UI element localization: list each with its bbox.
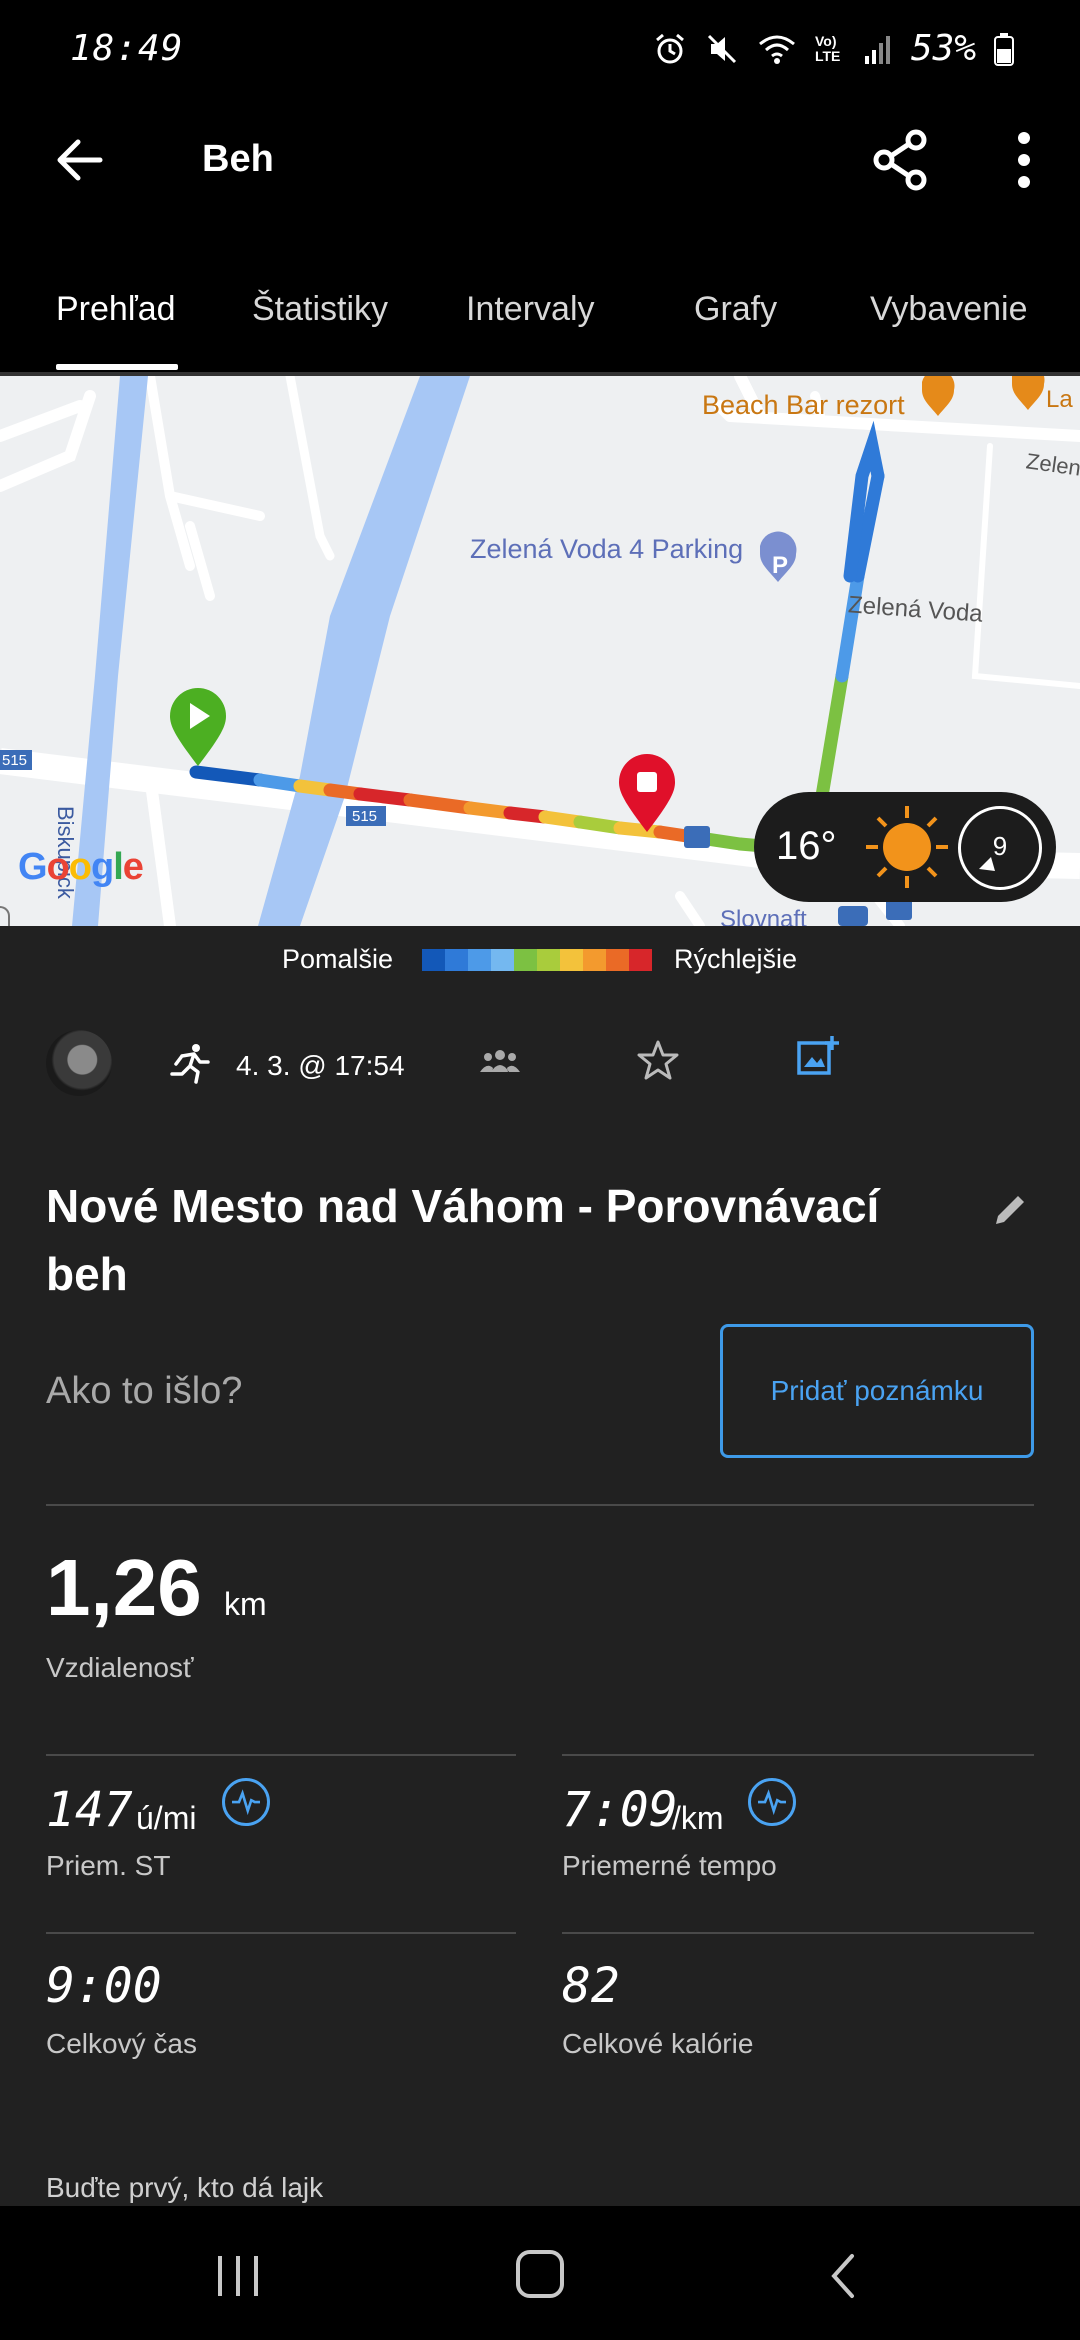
map-label-la: La <box>1046 386 1073 413</box>
total-time-label: Celkový čas <box>46 2028 197 2059</box>
tab-intervals[interactable]: Intervaly <box>466 290 595 329</box>
sun-icon <box>866 806 948 888</box>
network-label: Vo) LTE <box>814 32 841 64</box>
legend-slow-label: Pomalšie <box>282 944 394 974</box>
tab-bar: Prehľad Štatistiky Intervaly Grafy Vybav… <box>0 260 1080 375</box>
finish-marker <box>619 754 675 832</box>
legend-color-swatch <box>583 949 606 971</box>
stat-divider <box>46 1932 516 1934</box>
battery-icon <box>994 32 1014 66</box>
start-marker <box>170 688 226 766</box>
stat-divider <box>562 1932 1034 1934</box>
heart-rate-unit: ú/mi <box>136 1800 197 1836</box>
pace-info-icon[interactable] <box>748 1778 796 1826</box>
legend-color-swatch <box>606 949 629 971</box>
map-label-slovnaft: Slovnaft <box>720 906 807 926</box>
legend-color-swatch <box>445 949 468 971</box>
like-prompt[interactable]: Buďte prvý, kto dá lajk <box>46 2172 323 2204</box>
signal-icon <box>864 35 890 64</box>
heart-rate-label: Priem. ST <box>46 1850 171 1881</box>
stat-divider <box>562 1754 1034 1756</box>
legend-color-swatch <box>422 949 445 971</box>
wind-direction-icon <box>979 857 995 871</box>
river-channel <box>72 376 148 926</box>
note-prompt[interactable]: Ako to išlo? <box>46 1370 242 1413</box>
home-icon[interactable] <box>516 2250 564 2298</box>
legend-color-swatch <box>491 949 514 971</box>
pace-value: 7:09 <box>562 1782 678 1838</box>
avatar[interactable] <box>46 1030 112 1096</box>
map-label-parking: Zelená Voda 4 Parking <box>470 534 744 564</box>
legend-color-swatch <box>537 949 560 971</box>
activity-date: 4. 3. @ 17:54 <box>236 1050 405 1081</box>
battery-percent: 53% <box>910 28 976 69</box>
wifi-icon <box>759 35 795 64</box>
wind-indicator: 9 <box>958 806 1042 890</box>
calories-label: Celkové kalórie <box>562 2028 754 2059</box>
parking-icon-letter: P <box>772 552 789 579</box>
alarm-icon <box>656 33 684 63</box>
activity-title: Nové Mesto nad Váhom - Porovnávací beh <box>46 1180 880 1300</box>
pace-legend: Pomalšie Rýchlejšie <box>0 940 1080 980</box>
section-divider <box>46 1504 1034 1506</box>
edit-pencil-icon[interactable] <box>990 1190 1030 1230</box>
google-logo: Google <box>18 846 144 888</box>
system-nav-bar <box>0 2206 1080 2340</box>
map-label-beach-bar: Beach Bar rezort <box>702 390 905 420</box>
legend-color-swatch <box>560 949 583 971</box>
distance-unit: km <box>224 1586 267 1622</box>
add-photo-icon[interactable] <box>796 1034 840 1078</box>
more-options-icon[interactable] <box>1004 128 1044 192</box>
heart-rate-value: 147 <box>46 1782 133 1838</box>
recent-apps-icon[interactable] <box>214 2254 262 2298</box>
app-bar: Beh <box>0 100 1080 230</box>
legend-color-swatch <box>468 949 491 971</box>
distance-value: 1,26 <box>46 1543 202 1632</box>
share-icon[interactable] <box>870 128 934 192</box>
pace-label: Priemerné tempo <box>562 1850 777 1881</box>
add-note-button[interactable]: Pridať poznámku <box>720 1324 1034 1458</box>
weather-badge[interactable]: 16° 9 <box>754 792 1056 902</box>
calories-value: 82 <box>562 1958 620 2014</box>
running-icon <box>170 1044 210 1084</box>
distance-label: Vzdialenosť <box>46 1652 194 1683</box>
legend-color-bar <box>422 949 652 971</box>
stat-divider <box>46 1754 516 1756</box>
nav-back-icon[interactable] <box>828 2252 858 2300</box>
legend-color-swatch <box>629 949 652 971</box>
status-icons: Vo) LTE 53% <box>653 28 1014 69</box>
pace-unit: /km <box>672 1800 724 1836</box>
weather-temperature: 16° <box>776 824 837 868</box>
activity-details: Pomalšie Rýchlejšie 4. 3. @ 17:54 Nové M… <box>0 926 1080 2206</box>
back-arrow-icon[interactable] <box>48 128 112 192</box>
total-time-value: 9:00 <box>46 1958 162 2014</box>
tab-equipment[interactable]: Vybavenie <box>870 290 1028 329</box>
status-bar: 18:49 Vo) LTE 53% <box>0 0 1080 100</box>
heart-rate-icon[interactable] <box>222 1778 270 1826</box>
map-label-road-515-left: 515 <box>2 752 28 769</box>
mute-icon <box>707 34 737 63</box>
page-title: Beh <box>202 138 274 180</box>
legend-color-swatch <box>514 949 537 971</box>
legend-fast-label: Rýchlejšie <box>674 944 798 974</box>
map-label-road-515: 515 <box>352 808 378 825</box>
group-icon[interactable] <box>480 1044 520 1080</box>
star-icon[interactable] <box>636 1038 680 1082</box>
tab-graphs[interactable]: Grafy <box>694 290 777 329</box>
tab-overview[interactable]: Prehľad <box>56 290 176 329</box>
active-tab-indicator <box>56 364 178 370</box>
river <box>258 376 470 926</box>
tab-statistics[interactable]: Štatistiky <box>252 290 388 329</box>
route-map[interactable]: Beach Bar rezort La Zelen Zelená Voda 4 … <box>0 376 1080 926</box>
status-time: 18:49 <box>70 28 184 69</box>
